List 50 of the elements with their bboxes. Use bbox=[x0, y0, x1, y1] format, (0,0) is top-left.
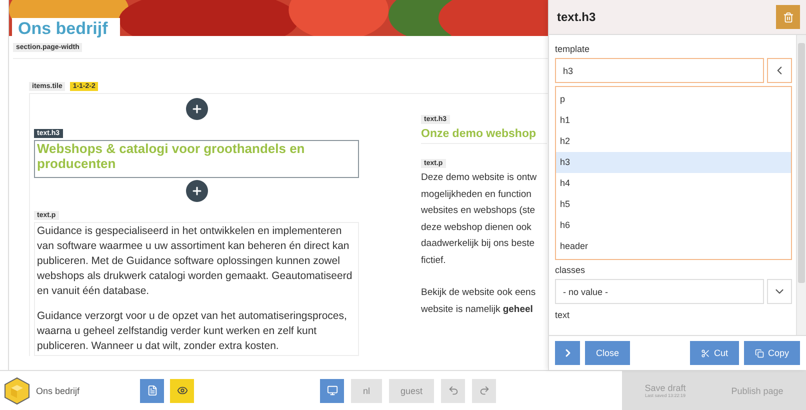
dropdown-option[interactable]: h5 bbox=[556, 194, 791, 215]
dropdown-option[interactable]: h2 bbox=[556, 131, 791, 152]
copy-icon bbox=[754, 348, 764, 358]
redo-icon bbox=[478, 385, 490, 396]
plus-icon bbox=[190, 185, 202, 197]
text-line: website is namelijk geheel bbox=[421, 302, 534, 316]
dropdown-option[interactable]: h6 bbox=[556, 215, 791, 236]
site-name: Ons bedrijf bbox=[36, 386, 81, 396]
dropdown-option[interactable]: header bbox=[556, 236, 791, 257]
text-line: fictief. bbox=[421, 254, 447, 268]
heading: Onze demo webshop bbox=[421, 126, 547, 144]
desktop-button[interactable] bbox=[320, 378, 344, 402]
text-line: Deze demo website is ontw bbox=[421, 171, 538, 185]
dropdown-option[interactable]: p bbox=[556, 89, 791, 110]
field-label: text bbox=[555, 309, 571, 321]
undo-icon bbox=[448, 385, 458, 396]
redo-button[interactable] bbox=[472, 378, 496, 402]
dropdown-option[interactable]: h3 bbox=[556, 152, 791, 173]
expand-button[interactable] bbox=[767, 279, 792, 304]
page-icon bbox=[146, 385, 158, 396]
undo-button[interactable] bbox=[441, 378, 465, 402]
dropdown-option[interactable]: h1 bbox=[556, 110, 791, 131]
trash-icon bbox=[782, 12, 794, 22]
add-button[interactable] bbox=[186, 98, 208, 120]
text-line: deze webshop dienen ook bbox=[421, 220, 532, 234]
collapse-button[interactable] bbox=[767, 58, 792, 83]
plus-icon bbox=[190, 103, 202, 115]
field-label: template bbox=[555, 43, 591, 55]
delete-button[interactable] bbox=[776, 5, 800, 29]
paragraph: Guidance is gespecialiseerd in het ontwikkelen en implementeren van software waarmee u uw assortiment kan beheren én direct kan publiceren. Met de Guidance software oplossingen kunnen zowel webshops als drukwerk catalogi worden gemaakt. Geautomatiseerd en vanuit één database. bbox=[37, 224, 354, 299]
dropdown-option[interactable]: h4 bbox=[556, 173, 791, 194]
page-button[interactable] bbox=[140, 378, 164, 402]
paragraph: Guidance verzorgt voor u de opzet van het automatiseringsproces, waarna u geheel zelfstandig verder kunt werken en zelf kunt publiceren. Wanneer u dat wilt, zonder extra kosten. bbox=[37, 309, 348, 354]
field-label: classes bbox=[555, 264, 586, 276]
text-line: websites en webshops (ste bbox=[421, 204, 536, 218]
eye-icon bbox=[176, 385, 188, 396]
page-title: Ons bedrijf bbox=[12, 18, 120, 38]
text-line: Bekijk de website ook eens bbox=[421, 286, 537, 300]
cube-logo-icon bbox=[4, 376, 30, 404]
preview-button[interactable] bbox=[170, 378, 194, 402]
template-field[interactable]: h3 bbox=[555, 58, 764, 83]
heading: Webshops & catalogi voor groothandels en producenten bbox=[34, 140, 359, 178]
next-button[interactable] bbox=[555, 341, 580, 365]
panel-title: text.h3 bbox=[557, 10, 596, 24]
add-button[interactable] bbox=[186, 180, 208, 202]
scissors-icon bbox=[700, 348, 710, 358]
text-line: mogelijkheden en function bbox=[421, 188, 532, 202]
monitor-icon bbox=[326, 385, 338, 396]
classes-field[interactable]: - no value - bbox=[555, 279, 764, 304]
text-line: daadwerkelijk bij ons beste bbox=[421, 237, 536, 251]
